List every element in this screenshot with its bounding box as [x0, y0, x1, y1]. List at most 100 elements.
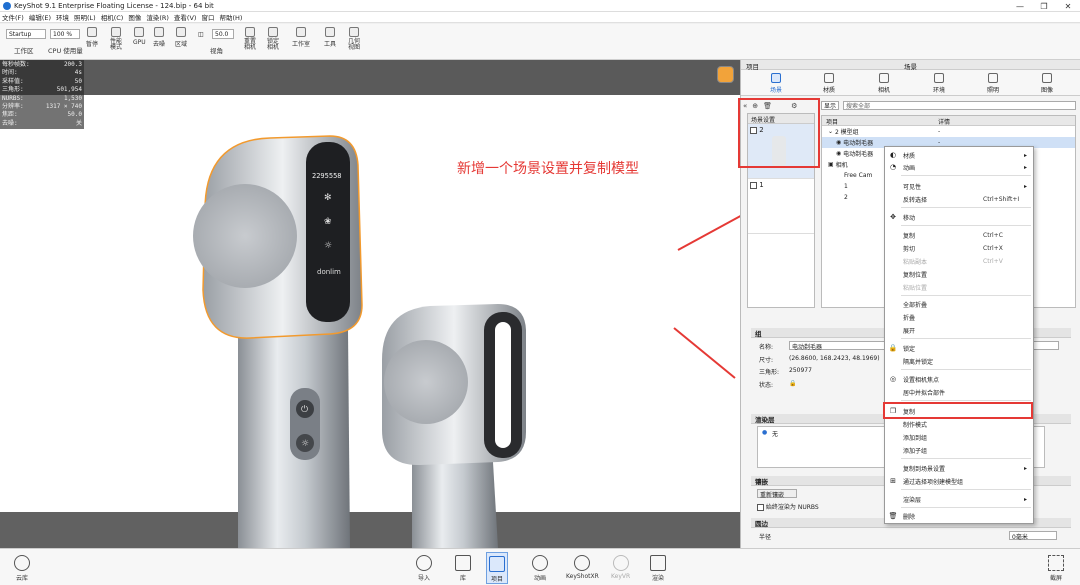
display-select[interactable]: 显示: [821, 101, 840, 110]
nurbs-checkbox-row[interactable]: 始终渲染为 NURBS: [757, 502, 819, 511]
svg-text:⏻: ⏻: [301, 404, 308, 415]
keyvr-button[interactable]: KeyVR: [611, 555, 630, 580]
geometry-view-button[interactable]: 几何 视图: [347, 27, 361, 51]
menu-item-move[interactable]: ✥ 移动: [885, 212, 1033, 222]
menu-render[interactable]: 渲染(R): [146, 12, 169, 22]
triangles-label: 三角形:: [759, 369, 780, 376]
play-icon: [532, 555, 548, 571]
menu-item-paste-position[interactable]: 粘贴位置: [885, 282, 1033, 292]
keyshotxr-button[interactable]: KeyShotXR: [566, 555, 599, 580]
denoise-button[interactable]: 去噪: [153, 27, 165, 48]
project-button[interactable]: 项目: [486, 552, 508, 584]
menu-item-copy-to-scene-set[interactable]: 复制到场景设置 ▸: [885, 463, 1033, 473]
reset-camera-button[interactable]: 重置 相机: [243, 27, 257, 51]
stat-row: 三角形: 501,954: [2, 86, 82, 94]
menu-file[interactable]: 文件(F): [2, 12, 24, 22]
studio-icon: [296, 27, 306, 37]
menu-item-add-to-group[interactable]: 添加到组: [885, 432, 1033, 442]
radius-field[interactable]: 0毫米: [1009, 531, 1057, 541]
minimize-icon[interactable]: —: [1008, 0, 1032, 12]
menu-item-add-subgroup[interactable]: 添加子组: [885, 445, 1033, 455]
cloud-library-button[interactable]: 云库: [14, 555, 30, 582]
menu-item-copy[interactable]: 复制 Ctrl+C: [885, 230, 1033, 240]
tab-material[interactable]: 材质: [814, 73, 844, 94]
menu-item-animation[interactable]: ◔ 动画 ▸: [885, 162, 1033, 172]
menu-item-copy-position[interactable]: 复制位置: [885, 269, 1033, 279]
lighting-icon: [988, 73, 998, 83]
render-viewport[interactable]: ⏻ ☼ 2295558 ✻ ❀ ☼ donlim 每秒帧数: 200.3 时间:…: [0, 60, 740, 548]
lock-icon: 🔒: [888, 344, 898, 352]
menu-item-make-pattern[interactable]: 制作模式: [885, 419, 1033, 429]
tab-image[interactable]: 图像: [1032, 73, 1062, 94]
library-button[interactable]: 库: [455, 555, 471, 582]
gpu-button[interactable]: GPU: [133, 27, 146, 46]
render-stats: 每秒帧数: 200.3 时间: 4s 采样值: 50 三角形: 501,954 NURB…: [0, 60, 84, 130]
fov-input[interactable]: 50.0: [212, 29, 234, 39]
state-label: 状态:: [759, 382, 774, 389]
chevron-right-icon: ▸: [1023, 163, 1027, 171]
highlight-scene-set: [738, 98, 820, 168]
menu-item-center-fit[interactable]: 居中并拟合部件: [885, 387, 1033, 397]
menu-environment[interactable]: 环境: [56, 12, 69, 22]
menu-image[interactable]: 图像: [128, 12, 141, 22]
large-device-screen: [306, 142, 350, 322]
tab-lighting[interactable]: 照明: [978, 73, 1008, 94]
scene-set-item[interactable]: 1: [748, 179, 814, 234]
tools-button[interactable]: 工具: [324, 27, 336, 48]
tab-scene[interactable]: 场景: [761, 73, 791, 94]
cpu-usage-label: CPU 使用量: [48, 47, 83, 55]
maximize-icon[interactable]: ❐: [1032, 0, 1056, 12]
project-icon: [489, 556, 505, 572]
nurbs-checkbox[interactable]: [757, 504, 764, 511]
retessellate-button[interactable]: 重新镶嵌: [757, 489, 797, 499]
pause-button[interactable]: 暂停: [86, 27, 98, 48]
render-button[interactable]: 渲染: [650, 555, 666, 582]
window-title: KeyShot 9.1 Enterprise Floating License …: [14, 1, 214, 10]
stat-row: NURBS: 1,530: [2, 94, 82, 102]
search-input[interactable]: 搜索全部: [843, 101, 1076, 110]
tab-camera[interactable]: 相机: [869, 73, 899, 94]
menu-view[interactable]: 查看(V): [174, 12, 197, 22]
render-layer-value[interactable]: 无: [772, 429, 778, 438]
menu-item-collapse[interactable]: 折叠: [885, 312, 1033, 322]
menu-item-create-group[interactable]: ⊞ 通过选择项创建模型组: [885, 476, 1033, 486]
menu-item-render-layer[interactable]: 渲染层 ▸: [885, 494, 1033, 504]
animation-button[interactable]: 动画: [532, 555, 548, 582]
performance-mode-button[interactable]: 性能 模式: [108, 27, 124, 51]
menu-item-invert-selection[interactable]: 反转选择 Ctrl+Shift+I: [885, 194, 1033, 204]
menu-item-lock[interactable]: 🔒 锁定: [885, 343, 1033, 353]
device-brand-text: donlim: [317, 268, 341, 276]
menu-item-set-focus[interactable]: ◎ 设置相机焦点: [885, 374, 1033, 384]
tab-environment[interactable]: 环境: [924, 73, 954, 94]
import-icon: [416, 555, 432, 571]
menu-item-cut[interactable]: 剪切 Ctrl+X: [885, 243, 1033, 253]
stat-row: 时间: 4s: [2, 69, 82, 77]
screenshot-button[interactable]: 截屏: [1048, 555, 1064, 582]
tree-row[interactable]: ⌄ 2 模型组 -: [822, 126, 1075, 137]
region-button[interactable]: 区域: [175, 27, 187, 48]
menu-window[interactable]: 窗口: [201, 12, 214, 22]
cpu-usage-select[interactable]: 100 %: [50, 29, 80, 39]
menu-help[interactable]: 帮助(H): [219, 12, 242, 22]
menu-lighting[interactable]: 照明(L): [74, 12, 96, 22]
menu-item-collapse-all[interactable]: 全部折叠: [885, 299, 1033, 309]
studio-button[interactable]: 工作室: [292, 27, 310, 48]
radius-label: 半径: [759, 534, 772, 541]
menu-item-visibility[interactable]: 可见性 ▸: [885, 181, 1033, 191]
menu-edit[interactable]: 编辑(E): [29, 12, 51, 22]
lock-camera-button[interactable]: 锁定 相机: [266, 27, 280, 51]
scene-tree-toolbar: 显示 搜索全部: [821, 100, 1076, 111]
scene-set-checkbox[interactable]: [750, 181, 757, 189]
menu-item-paste-copy[interactable]: 粘贴副本 Ctrl+V: [885, 256, 1033, 266]
menu-camera[interactable]: 相机(C): [101, 12, 124, 22]
menu-item-material[interactable]: ◐ 材质 ▸: [885, 150, 1033, 160]
menu-item-expand[interactable]: 展开: [885, 325, 1033, 335]
menu-item-delete[interactable]: 🗑 删除: [885, 511, 1033, 521]
workspace-select[interactable]: Startup: [6, 29, 46, 39]
viewport-settings-icon[interactable]: [717, 66, 734, 83]
import-button[interactable]: 导入: [416, 555, 432, 582]
scene-icon: [771, 73, 781, 83]
lock-state-icon[interactable]: 🔒: [789, 380, 796, 387]
menu-item-isolate-lock[interactable]: 隔离并锁定: [885, 356, 1033, 366]
close-icon[interactable]: ✕: [1056, 0, 1080, 12]
